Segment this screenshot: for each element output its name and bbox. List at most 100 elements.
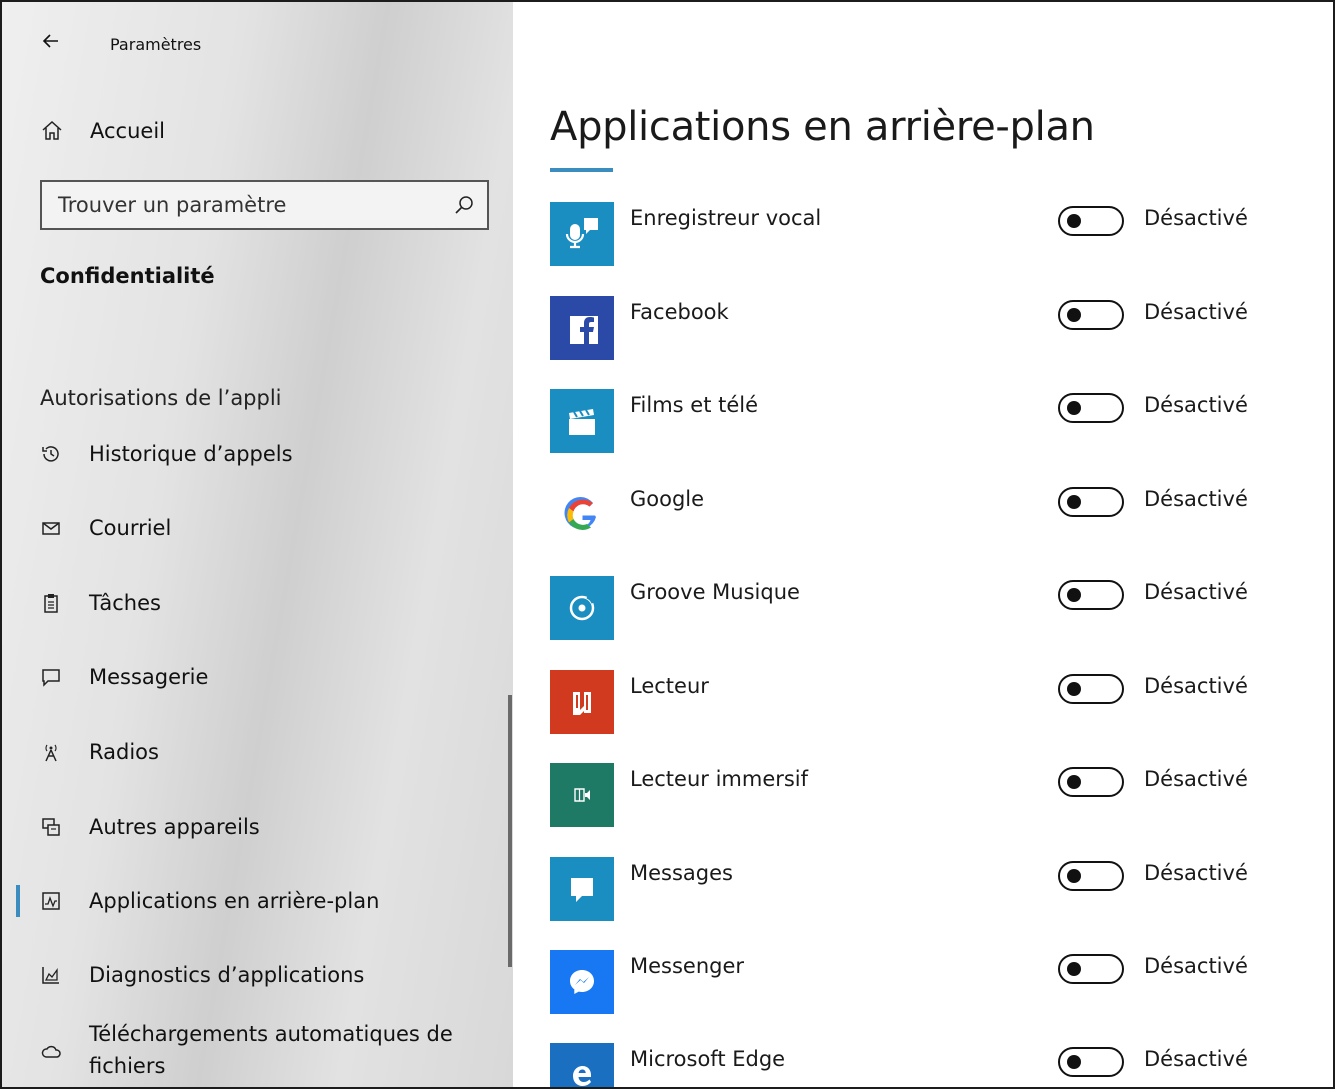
toggle-state: Désactivé — [1144, 954, 1248, 978]
background-toggle[interactable] — [1058, 674, 1124, 704]
sidebar-item-label: Autres appareils — [89, 815, 260, 839]
background-toggle[interactable] — [1058, 767, 1124, 797]
sidebar-item-background-apps[interactable]: Applications en arrière-plan — [2, 879, 507, 923]
app-name: Groove Musique — [630, 580, 800, 604]
background-toggle[interactable] — [1058, 580, 1124, 610]
radio-icon — [40, 741, 62, 763]
toggle-state: Désactivé — [1144, 393, 1248, 417]
app-name: Messages — [630, 861, 733, 885]
google-icon — [550, 483, 614, 547]
groove-music-icon — [550, 576, 614, 640]
background-toggle[interactable] — [1058, 1047, 1124, 1077]
app-name: Microsoft Edge — [630, 1047, 786, 1071]
sidebar-item-label: Tâches — [89, 591, 161, 615]
immersive-reader-icon — [550, 763, 614, 827]
main-content: Applications en arrière-plan Enregistreu… — [513, 2, 1333, 1087]
background-toggle[interactable] — [1058, 954, 1124, 984]
background-apps-icon — [40, 890, 62, 912]
toggle-state: Désactivé — [1144, 674, 1248, 698]
home-nav-item[interactable]: Accueil — [40, 114, 165, 148]
title-underline — [550, 168, 613, 172]
toggle-state: Désactivé — [1144, 206, 1248, 230]
sidebar-item-email[interactable]: Courriel — [2, 506, 507, 550]
app-row: Lecteur immersif Désactivé — [550, 763, 1290, 827]
app-row: Groove Musique Désactivé — [550, 576, 1290, 640]
toggle-knob — [1067, 588, 1081, 602]
toggle-knob — [1067, 775, 1081, 789]
sidebar-item-auto-file-downloads[interactable]: Téléchargements automatiques de fichiers — [2, 1020, 507, 1082]
active-indicator — [16, 885, 20, 917]
page-title: Applications en arrière-plan — [550, 104, 1095, 150]
sidebar-item-label: Radios — [89, 740, 159, 764]
sidebar-scrollbar[interactable] — [508, 695, 512, 967]
messages-icon — [550, 857, 614, 921]
devices-icon — [40, 816, 62, 838]
sidebar-item-call-history[interactable]: Historique d’appels — [2, 432, 507, 476]
mail-icon — [40, 517, 62, 539]
app-row: Messages Désactivé — [550, 857, 1290, 921]
movies-tv-icon — [550, 389, 614, 453]
background-toggle[interactable] — [1058, 861, 1124, 891]
app-name: Films et télé — [630, 393, 759, 417]
app-row: Messenger Désactivé — [550, 950, 1290, 1014]
app-name: Enregistreur vocal — [630, 206, 822, 230]
search-input[interactable]: Trouver un paramètre — [40, 180, 489, 230]
app-row: Microsoft Edge Désactivé — [550, 1043, 1290, 1087]
background-toggle[interactable] — [1058, 393, 1124, 423]
toggle-state: Désactivé — [1144, 487, 1248, 511]
background-toggle[interactable] — [1058, 300, 1124, 330]
sidebar-item-messaging[interactable]: Messagerie — [2, 655, 507, 699]
messenger-icon — [550, 950, 614, 1014]
sidebar-item-radios[interactable]: Radios — [2, 730, 507, 774]
reader-icon — [550, 670, 614, 734]
app-row: Enregistreur vocal Désactivé — [550, 202, 1290, 266]
chat-icon — [40, 666, 62, 688]
window-title: Paramètres — [110, 35, 202, 54]
sidebar-item-label-line2: fichiers — [89, 1054, 166, 1078]
app-row: Facebook Désactivé — [550, 296, 1290, 360]
edge-icon — [550, 1043, 614, 1087]
home-icon — [40, 119, 64, 143]
toggle-state: Désactivé — [1144, 300, 1248, 324]
app-row: Lecteur Désactivé — [550, 670, 1290, 734]
toggle-state: Désactivé — [1144, 580, 1248, 604]
toggle-state: Désactivé — [1144, 861, 1248, 885]
search-placeholder: Trouver un paramètre — [58, 193, 287, 217]
sidebar-item-label: Diagnostics d’applications — [89, 963, 365, 987]
app-name: Messenger — [630, 954, 745, 978]
toggle-knob — [1067, 869, 1081, 883]
toggle-state: Désactivé — [1144, 767, 1248, 791]
history-icon — [40, 443, 62, 465]
diagnostics-icon — [40, 964, 62, 986]
app-name: Lecteur — [630, 674, 709, 698]
app-name: Facebook — [630, 300, 729, 324]
background-toggle[interactable] — [1058, 206, 1124, 236]
sidebar: Paramètres Accueil Trouver un paramètre … — [2, 2, 513, 1087]
sidebar-item-label: Messagerie — [89, 665, 209, 689]
toggle-knob — [1067, 1055, 1081, 1069]
facebook-icon — [550, 296, 614, 360]
cloud-icon — [40, 1040, 62, 1062]
sidebar-item-label: Téléchargements automatiques de — [89, 1022, 453, 1046]
app-name: Google — [630, 487, 705, 511]
sidebar-item-tasks[interactable]: Tâches — [2, 581, 507, 625]
background-toggle[interactable] — [1058, 487, 1124, 517]
app-row: Google Désactivé — [550, 483, 1290, 547]
sidebar-item-app-diagnostics[interactable]: Diagnostics d’applications — [2, 953, 507, 997]
back-arrow-icon[interactable] — [40, 30, 62, 52]
sidebar-item-other-devices[interactable]: Autres appareils — [2, 805, 507, 849]
app-row: Films et télé Désactivé — [550, 389, 1290, 453]
home-label: Accueil — [90, 119, 165, 143]
sidebar-item-label: Courriel — [89, 516, 172, 540]
sidebar-item-label: Applications en arrière-plan — [89, 889, 380, 913]
voice-recorder-icon — [550, 202, 614, 266]
app-name: Lecteur immersif — [630, 767, 809, 791]
tasks-icon — [40, 592, 62, 614]
toggle-knob — [1067, 495, 1081, 509]
settings-window: Paramètres Accueil Trouver un paramètre … — [0, 0, 1335, 1089]
search-icon[interactable] — [453, 194, 475, 216]
section-title: Confidentialité — [40, 264, 215, 288]
toggle-knob — [1067, 214, 1081, 228]
toggle-knob — [1067, 401, 1081, 415]
sidebar-item-label: Historique d’appels — [89, 442, 293, 466]
